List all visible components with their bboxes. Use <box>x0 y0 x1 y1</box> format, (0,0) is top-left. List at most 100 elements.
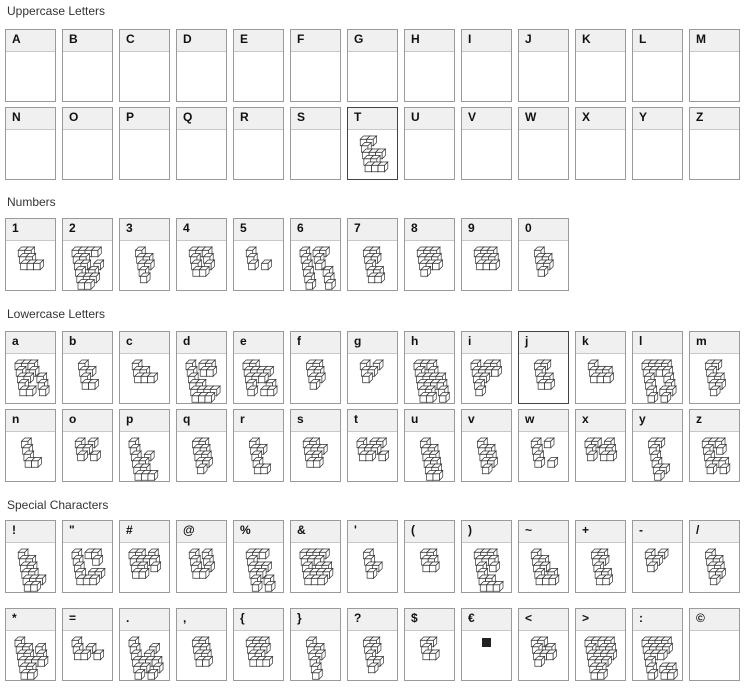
glyph-cell[interactable]: , <box>176 608 227 681</box>
glyph-label: M <box>690 30 739 52</box>
glyph-cell[interactable]: c <box>119 331 170 404</box>
glyph-cell[interactable]: A <box>5 29 56 102</box>
glyph-cell[interactable]: © <box>689 608 740 681</box>
glyph-cell[interactable]: : <box>632 608 683 681</box>
glyph-cell[interactable]: D <box>176 29 227 102</box>
glyph-cell[interactable]: q <box>176 409 227 482</box>
glyph-cell[interactable]: z <box>689 409 740 482</box>
glyph-cell[interactable]: E <box>233 29 284 102</box>
glyph-cell[interactable]: 9 <box>461 218 512 291</box>
glyph-label: F <box>291 30 340 52</box>
glyph-cell[interactable]: / <box>689 520 740 593</box>
glyph-cell[interactable]: Y <box>632 107 683 180</box>
glyph-cell[interactable]: h <box>404 331 455 404</box>
glyph-cell[interactable]: 8 <box>404 218 455 291</box>
glyph-cell[interactable]: & <box>290 520 341 593</box>
glyph-cell[interactable]: T <box>347 107 398 180</box>
glyph-preview <box>299 246 337 290</box>
glyph-cell[interactable]: " <box>62 520 113 593</box>
glyph-cell[interactable]: V <box>461 107 512 180</box>
glyph-cell[interactable]: M <box>689 29 740 102</box>
glyph-label: q <box>177 410 226 432</box>
glyph-cell[interactable]: O <box>62 107 113 180</box>
glyph-label: ( <box>405 521 454 543</box>
glyph-cell[interactable]: f <box>290 331 341 404</box>
glyph-cell[interactable]: H <box>404 29 455 102</box>
glyph-cell[interactable]: o <box>62 409 113 482</box>
glyph-cell[interactable]: 6 <box>290 218 341 291</box>
glyph-cell[interactable]: ) <box>461 520 512 593</box>
glyph-cell[interactable]: u <box>404 409 455 482</box>
glyph-cell[interactable]: I <box>461 29 512 102</box>
glyph-cell[interactable]: m <box>689 331 740 404</box>
glyph-cell[interactable]: 2 <box>62 218 113 291</box>
glyph-cell[interactable]: # <box>119 520 170 593</box>
glyph-cell[interactable]: @ <box>176 520 227 593</box>
glyph-cell[interactable]: B <box>62 29 113 102</box>
glyph-cell[interactable]: n <box>5 409 56 482</box>
glyph-label: 1 <box>6 219 55 241</box>
glyph-cell[interactable]: * <box>5 608 56 681</box>
glyph-cell[interactable]: L <box>632 29 683 102</box>
glyph-cell[interactable]: = <box>62 608 113 681</box>
glyph-cell[interactable]: e <box>233 331 284 404</box>
glyph-cell[interactable]: ~ <box>518 520 569 593</box>
glyph-cell[interactable]: > <box>575 608 626 681</box>
glyph-cell[interactable]: w <box>518 409 569 482</box>
glyph-cell[interactable]: g <box>347 331 398 404</box>
glyph-cell[interactable]: y <box>632 409 683 482</box>
glyph-cell[interactable]: 0 <box>518 218 569 291</box>
glyph-cell[interactable]: R <box>233 107 284 180</box>
glyph-cell[interactable]: Z <box>689 107 740 180</box>
glyph-cell[interactable]: C <box>119 29 170 102</box>
glyph-cell[interactable]: j <box>518 331 569 404</box>
glyph-cell[interactable]: t <box>347 409 398 482</box>
glyph-preview <box>633 52 682 101</box>
glyph-cell[interactable]: k <box>575 331 626 404</box>
glyph-cell[interactable]: J <box>518 29 569 102</box>
glyph-cell[interactable]: } <box>290 608 341 681</box>
glyph-cell[interactable]: 1 <box>5 218 56 291</box>
glyph-cell[interactable]: { <box>233 608 284 681</box>
glyph-cell[interactable]: W <box>518 107 569 180</box>
glyph-cell[interactable]: 4 <box>176 218 227 291</box>
glyph-cell[interactable]: x <box>575 409 626 482</box>
glyph-label: 6 <box>291 219 340 241</box>
glyph-cell[interactable]: $ <box>404 608 455 681</box>
glyph-preview <box>77 359 100 391</box>
glyph-cell[interactable]: r <box>233 409 284 482</box>
glyph-cell[interactable]: ! <box>5 520 56 593</box>
glyph-cell[interactable]: Q <box>176 107 227 180</box>
glyph-cell[interactable]: U <box>404 107 455 180</box>
glyph-cell[interactable]: ' <box>347 520 398 593</box>
glyph-cell[interactable]: ( <box>404 520 455 593</box>
glyph-cell[interactable]: 3 <box>119 218 170 291</box>
glyph-preview <box>359 359 384 384</box>
glyph-cell[interactable]: F <box>290 29 341 102</box>
glyph-cell[interactable]: K <box>575 29 626 102</box>
glyph-cell[interactable]: a <box>5 331 56 404</box>
glyph-cell[interactable]: l <box>632 331 683 404</box>
glyph-cell[interactable]: G <box>347 29 398 102</box>
glyph-label: P <box>120 108 169 130</box>
glyph-cell[interactable]: p <box>119 409 170 482</box>
glyph-cell[interactable]: P <box>119 107 170 180</box>
glyph-cell[interactable]: S <box>290 107 341 180</box>
glyph-cell[interactable]: i <box>461 331 512 404</box>
glyph-cell[interactable]: s <box>290 409 341 482</box>
glyph-cell[interactable]: d <box>176 331 227 404</box>
glyph-cell[interactable]: € <box>461 608 512 681</box>
glyph-cell[interactable]: b <box>62 331 113 404</box>
glyph-cell[interactable]: ? <box>347 608 398 681</box>
glyph-cell[interactable]: - <box>632 520 683 593</box>
glyph-cell[interactable]: 5 <box>233 218 284 291</box>
glyph-cell[interactable]: 7 <box>347 218 398 291</box>
glyph-cell[interactable]: % <box>233 520 284 593</box>
glyph-cell[interactable]: N <box>5 107 56 180</box>
glyph-cell[interactable]: X <box>575 107 626 180</box>
glyph-cell[interactable]: v <box>461 409 512 482</box>
glyph-cell[interactable]: + <box>575 520 626 593</box>
glyph-cell[interactable]: < <box>518 608 569 681</box>
glyph-cell[interactable]: . <box>119 608 170 681</box>
glyph-label: l <box>633 332 682 354</box>
